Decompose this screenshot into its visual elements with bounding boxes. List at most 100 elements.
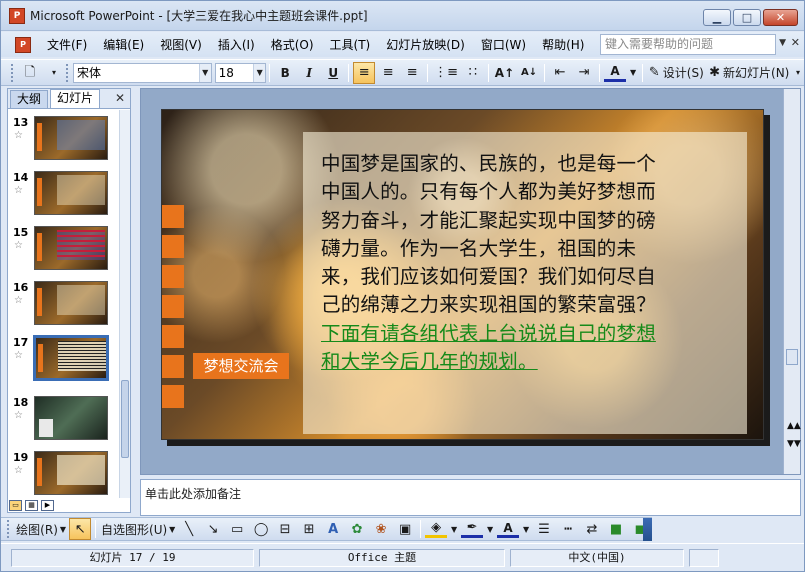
- toolbar-grip-2[interactable]: [65, 63, 69, 82]
- slide-thumbnail[interactable]: [34, 396, 108, 440]
- picture-button[interactable]: ▣: [394, 518, 416, 540]
- panel-scrollbar[interactable]: [119, 110, 130, 498]
- panel-close-icon[interactable]: ✕: [115, 91, 125, 105]
- toolbar-options-icon[interactable]: ▾: [43, 62, 65, 84]
- dash-style-button[interactable]: ┅: [557, 518, 579, 540]
- font-size-select[interactable]: 18 ▼: [214, 62, 267, 83]
- normal-view-icon[interactable]: ▭: [9, 500, 22, 511]
- line-color-button[interactable]: ✒: [461, 520, 484, 538]
- minimize-button[interactable]: ▁: [703, 9, 731, 26]
- italic-button[interactable]: I: [298, 62, 320, 84]
- thumbnail-item[interactable]: 14 ☆: [8, 171, 116, 226]
- slide-thumbnail[interactable]: [34, 226, 108, 270]
- slide-scroll-thumb[interactable]: [786, 349, 798, 365]
- slide-scrollbar[interactable]: ▲▲ ▼▼: [783, 89, 801, 474]
- draw-font-color-dropdown-icon[interactable]: ▼: [521, 518, 531, 540]
- font-name-select[interactable]: 宋体 ▼: [72, 62, 212, 83]
- font-color-button[interactable]: A: [604, 64, 627, 82]
- select-pointer-button[interactable]: ↖: [69, 518, 92, 540]
- fill-color-dropdown-icon[interactable]: ▼: [449, 518, 459, 540]
- panel-scroll-thumb[interactable]: [121, 380, 129, 458]
- fill-color-button[interactable]: ◈: [425, 520, 448, 538]
- hyperlink-line[interactable]: 下面有请各组代表上台说说自己的梦想: [321, 320, 731, 348]
- toolbar-grip-3[interactable]: [7, 520, 10, 538]
- thumbnail-item[interactable]: 15 ☆: [8, 226, 116, 281]
- textbox-tool-button[interactable]: ⊟: [274, 518, 296, 540]
- slide-thumbnail[interactable]: [34, 171, 108, 215]
- tab-slides[interactable]: 幻灯片: [50, 89, 101, 108]
- menu-view[interactable]: 视图(V): [152, 35, 210, 55]
- next-slide-icon[interactable]: ▼▼: [787, 439, 801, 449]
- design-button[interactable]: ✎ 设计(S): [647, 62, 705, 84]
- slide-sorter-view-icon[interactable]: ▦: [25, 500, 38, 511]
- increase-indent-button[interactable]: ⇥: [573, 62, 595, 84]
- maximize-button[interactable]: □: [733, 9, 761, 26]
- slide-section-label[interactable]: 梦想交流会: [193, 353, 289, 379]
- slide-thumbnail-current[interactable]: [33, 335, 109, 381]
- increase-font-button[interactable]: A↑: [493, 62, 516, 84]
- decrease-indent-button[interactable]: ⇤: [549, 62, 571, 84]
- toolbar-separator: [95, 520, 97, 538]
- draw-font-color-button[interactable]: A: [497, 520, 520, 538]
- toolbar-options-tail[interactable]: [643, 518, 652, 541]
- menu-window[interactable]: 窗口(W): [473, 35, 534, 55]
- clipart-button[interactable]: ❀: [370, 518, 392, 540]
- thumbnail-item-selected[interactable]: 17 ☆: [8, 335, 116, 391]
- toolbar-more-icon[interactable]: ▾: [793, 62, 803, 84]
- toolbar-grip[interactable]: [11, 63, 14, 82]
- thumbnail-item[interactable]: 18 ☆: [8, 396, 116, 451]
- oval-tool-button[interactable]: ◯: [250, 518, 272, 540]
- help-dropdown-icon[interactable]: ▼: [779, 38, 786, 48]
- close-button[interactable]: ✕: [763, 9, 798, 26]
- thumbnail-item[interactable]: 16 ☆: [8, 281, 116, 336]
- shadow-style-button[interactable]: ■: [605, 518, 627, 540]
- numbering-button[interactable]: ⋮≡: [432, 62, 460, 84]
- menu-tools[interactable]: 工具(T): [322, 35, 379, 55]
- menu-file[interactable]: 文件(F): [39, 35, 95, 55]
- chevron-down-icon[interactable]: ▼: [253, 63, 266, 82]
- arrow-style-button[interactable]: ⇄: [581, 518, 603, 540]
- bullets-button[interactable]: ∷: [462, 62, 484, 84]
- menu-insert[interactable]: 插入(I): [210, 35, 263, 55]
- align-center-button[interactable]: ≡: [377, 62, 399, 84]
- slide-thumbnail[interactable]: [34, 116, 108, 160]
- chevron-down-icon[interactable]: ▼: [198, 63, 211, 82]
- diagram-button[interactable]: ✿: [346, 518, 368, 540]
- current-slide[interactable]: 梦想交流会 中国梦是国家的、民族的，也是每一个 中国人的。只有每个人都为美好梦想…: [161, 109, 764, 440]
- align-left-button[interactable]: ≡: [353, 61, 376, 84]
- autoshapes-button[interactable]: 自选图形(U) ▼: [100, 518, 176, 540]
- document-close-icon[interactable]: ✕: [791, 36, 800, 49]
- thumbnail-item[interactable]: 13 ☆: [8, 116, 116, 171]
- slide-text-box[interactable]: 中国梦是国家的、民族的，也是每一个 中国人的。只有每个人都为美好梦想而 努力奋斗…: [303, 132, 747, 434]
- new-slide-button[interactable]: ✱ 新幻灯片(N): [707, 62, 790, 84]
- thumbnail-item[interactable]: 19 ☆: [8, 451, 116, 500]
- decrease-font-button[interactable]: A↓: [518, 62, 540, 84]
- wordart-button[interactable]: A: [322, 518, 344, 540]
- rectangle-tool-button[interactable]: ▭: [226, 518, 248, 540]
- slide-thumbnail[interactable]: [34, 451, 108, 495]
- menu-edit[interactable]: 编辑(E): [95, 35, 152, 55]
- vertical-textbox-button[interactable]: ⊞: [298, 518, 320, 540]
- slide-thumbnail[interactable]: [34, 281, 108, 325]
- underline-button[interactable]: U: [322, 62, 344, 84]
- bold-button[interactable]: B: [274, 62, 296, 84]
- help-search-input[interactable]: 键入需要帮助的问题: [600, 34, 776, 55]
- powerpoint-app-icon[interactable]: P: [9, 7, 25, 24]
- hyperlink-line[interactable]: 和大学今后几年的规划。: [321, 348, 731, 376]
- align-right-button[interactable]: ≡: [401, 62, 423, 84]
- menu-slideshow[interactable]: 幻灯片放映(D): [378, 35, 473, 55]
- document-control-icon[interactable]: P: [15, 36, 31, 53]
- menu-format[interactable]: 格式(O): [263, 35, 322, 55]
- draw-menu-button[interactable]: 绘图(R) ▼: [15, 518, 67, 540]
- notes-pane[interactable]: 单击此处添加备注: [140, 479, 801, 516]
- tab-outline[interactable]: 大纲: [10, 90, 49, 108]
- menu-help[interactable]: 帮助(H): [534, 35, 592, 55]
- slideshow-view-icon[interactable]: ▶: [41, 500, 54, 511]
- previous-slide-icon[interactable]: ▲▲: [787, 421, 801, 431]
- line-color-dropdown-icon[interactable]: ▼: [485, 518, 495, 540]
- line-style-button[interactable]: ☰: [533, 518, 555, 540]
- line-tool-button[interactable]: ╲: [178, 518, 200, 540]
- new-document-button[interactable]: 🗋: [19, 62, 41, 84]
- font-color-dropdown-icon[interactable]: ▼: [628, 62, 638, 84]
- arrow-tool-button[interactable]: ↘: [202, 518, 224, 540]
